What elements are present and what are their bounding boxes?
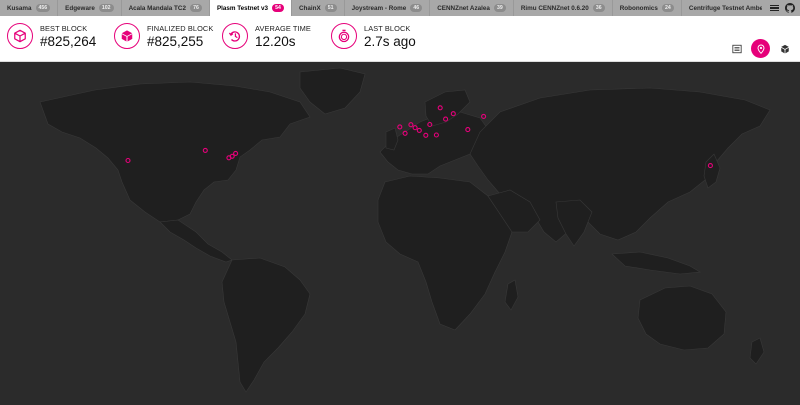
chain-tab-label: Kusama (7, 4, 32, 12)
average-time-label: AVERAGE TIME (255, 24, 311, 33)
chain-tab-label: ChainX (298, 4, 321, 12)
node-count-badge: 36 (592, 4, 605, 12)
finalized-block-stat: FINALIZED BLOCK #825,255 (114, 23, 213, 49)
india-landmass (555, 199, 593, 247)
chain-tab-label: Robonomics (619, 4, 658, 12)
madagascar-landmass (504, 279, 519, 311)
timer-icon (222, 23, 248, 49)
last-block-label: LAST BLOCK (364, 24, 411, 33)
chain-tab[interactable]: ChainX 51 (292, 0, 345, 16)
node-location-marker[interactable] (408, 122, 414, 128)
south-america-landmass (221, 257, 311, 393)
stopwatch-icon (331, 23, 357, 49)
chain-tab[interactable]: Robonomics 24 (613, 0, 682, 16)
chain-tabs: Kusama 456 Edgeware 102 Acala Mandala TC2 76 P… (0, 0, 762, 16)
view-toggles (727, 39, 794, 58)
finalized-block-label: FINALIZED BLOCK (147, 24, 214, 33)
australia-landmass (637, 285, 727, 351)
node-count-badge: 51 (324, 4, 337, 12)
hamburger-menu-icon[interactable] (770, 4, 779, 12)
continents (39, 67, 771, 393)
indonesia-landmass (611, 251, 701, 275)
chain-tab[interactable]: Rimu CENNZnet 0.6.20 36 (514, 0, 613, 16)
node-count-badge: 46 (410, 4, 423, 12)
list-view-icon (731, 44, 742, 53)
central-america-landmass (159, 219, 233, 263)
node-count-badge: 456 (35, 4, 51, 12)
chain-tab-label: CENNZnet Azalea (437, 4, 490, 12)
north-america-landmass (39, 81, 311, 223)
settings-view-button[interactable] (775, 39, 794, 58)
chain-tab-label: Edgeware (65, 4, 95, 12)
node-location-marker[interactable] (481, 113, 487, 119)
node-count-badge: 76 (189, 4, 202, 12)
node-location-marker[interactable] (397, 124, 403, 130)
map-pin-icon (757, 44, 764, 54)
chain-tab[interactable]: Joystream - Rome 46 (345, 0, 431, 16)
finalized-block-value: #825,255 (147, 34, 204, 49)
last-block-value: 2.7s ago (364, 34, 416, 49)
chain-tab[interactable]: Kusama 456 (0, 0, 59, 16)
cube-filled-icon (114, 23, 140, 49)
average-time-value: 12.20s (255, 34, 296, 49)
chain-tab[interactable]: Acala Mandala TC2 76 (122, 0, 210, 16)
chain-tab-label: Plasm Testnet v3 (216, 4, 268, 12)
github-icon[interactable] (785, 3, 795, 13)
chain-tab-bar: Kusama 456 Edgeware 102 Acala Mandala TC2 76 P… (0, 0, 800, 16)
best-block-stat: BEST BLOCK #825,264 (7, 23, 96, 49)
map-view-button[interactable] (751, 39, 770, 58)
tabbar-icons (762, 0, 800, 16)
new-zealand-landmass (749, 337, 765, 365)
chain-tab-label: Acala Mandala TC2 (128, 4, 186, 12)
average-time-stat: AVERAGE TIME 12.20s (222, 23, 311, 49)
node-count-badge: 39 (493, 4, 506, 12)
node-count-badge: 54 (271, 4, 284, 12)
settings-cube-icon (780, 44, 789, 53)
list-view-button[interactable] (727, 39, 746, 58)
chain-tab-label: Rimu CENNZnet 0.6.20 (520, 4, 589, 12)
world-map[interactable] (0, 62, 800, 405)
stats-header: BEST BLOCK #825,264 FINALIZED BLOCK #825… (0, 16, 800, 62)
best-block-label: BEST BLOCK (40, 24, 88, 33)
chain-tab-label: Centrifuge Testnet Amber CC2 (688, 4, 762, 12)
chain-tab-label: Joystream - Rome (351, 4, 407, 12)
chain-tab[interactable]: Plasm Testnet v3 54 (209, 0, 292, 16)
node-count-badge: 102 (98, 4, 114, 12)
chain-tab[interactable]: CENNZnet Azalea 39 (430, 0, 514, 16)
chain-tab[interactable]: Edgeware 102 (58, 0, 122, 16)
node-count-badge: 24 (661, 4, 674, 12)
world-map-svg (39, 67, 771, 393)
last-block-stat: LAST BLOCK 2.7s ago (331, 23, 416, 49)
cube-outline-icon (7, 23, 33, 49)
chain-tab[interactable]: Centrifuge Testnet Amber CC220 (682, 0, 762, 16)
best-block-value: #825,264 (40, 34, 97, 49)
greenland-landmass (299, 67, 366, 115)
